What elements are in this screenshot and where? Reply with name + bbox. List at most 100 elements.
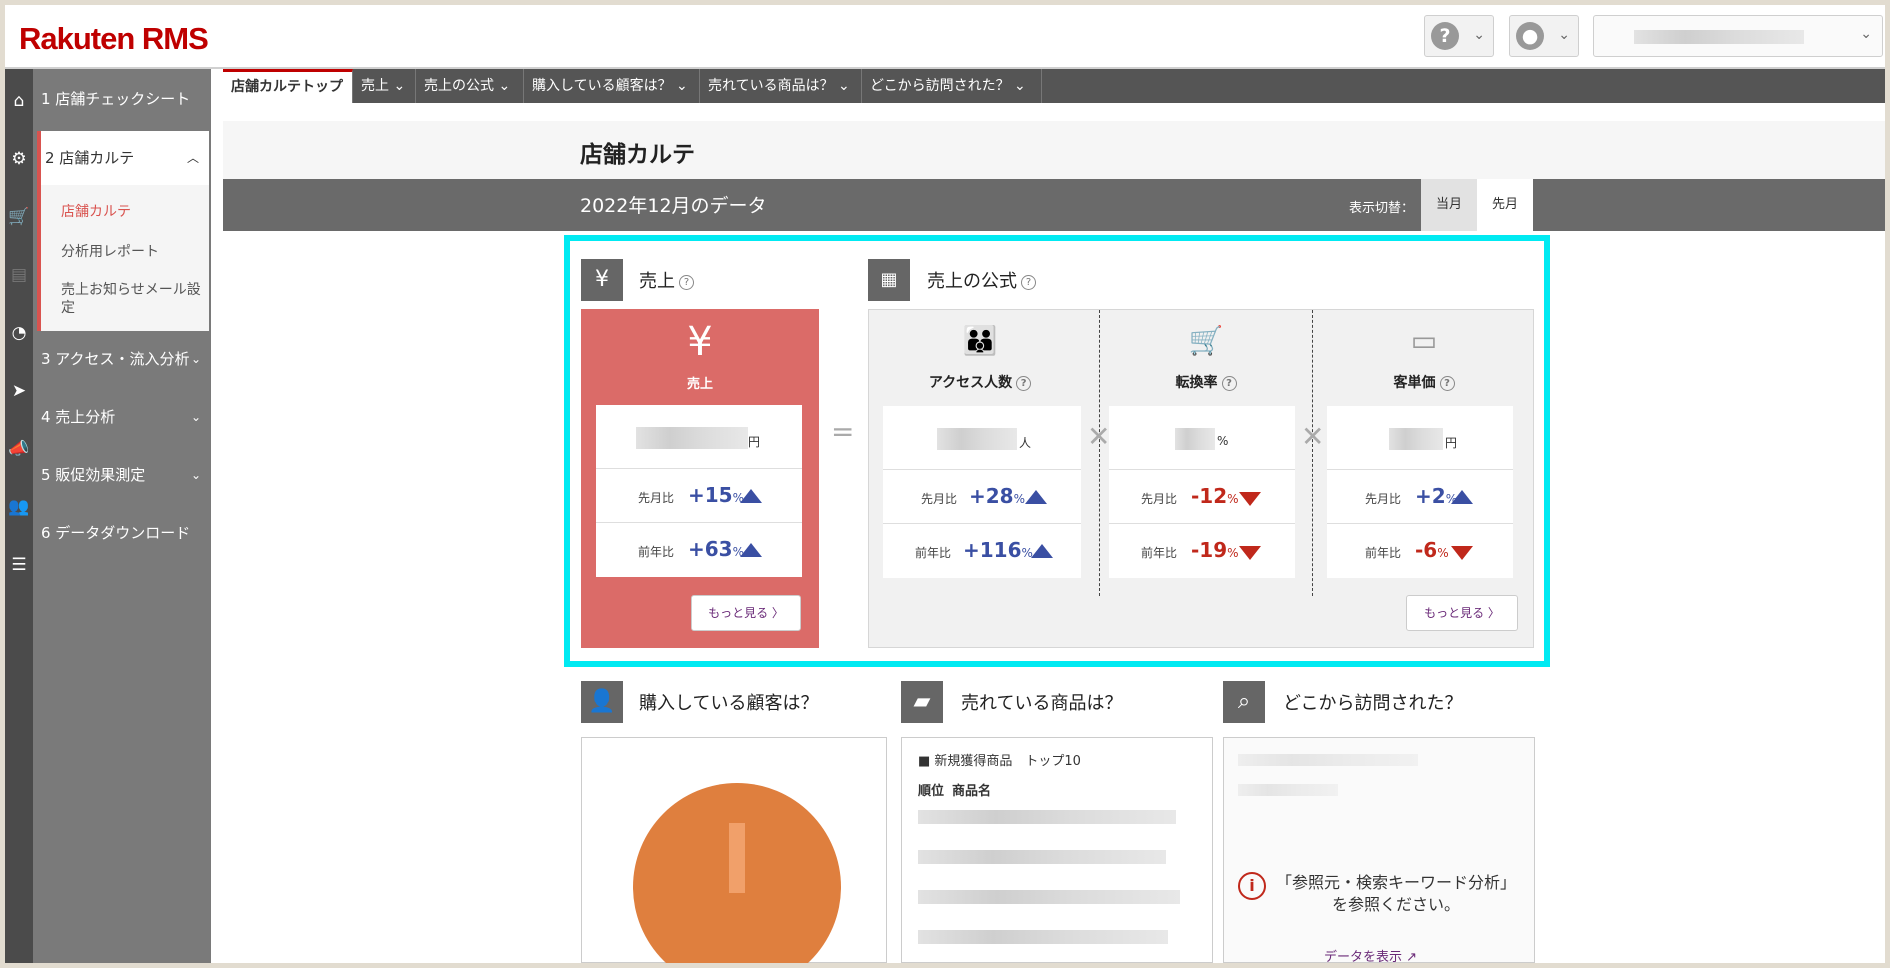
home-icon[interactable]: ⌂ xyxy=(5,87,33,115)
mom-label: 先月比 xyxy=(921,492,958,506)
send-icon[interactable]: ➤ xyxy=(5,377,33,405)
person-icon: 👤 xyxy=(581,681,623,723)
mom-number: +2 xyxy=(1415,484,1446,508)
sidebar: 1 店舗チェックシート 2 店舗カルテ ︿ 店舗カルテ 分析用レポート 売上お知… xyxy=(33,69,211,963)
yoy-number: +63 xyxy=(688,537,733,561)
metric-yoy-row: 前年比 -6% xyxy=(1327,524,1513,578)
sidebar-item-promotion[interactable]: 5 販促効果測定 ⌄ xyxy=(33,465,211,485)
metric-value-row: % xyxy=(1109,406,1295,470)
up-arrow-icon xyxy=(1451,490,1473,504)
percent-sign: % xyxy=(1437,546,1449,560)
mom-number: +15 xyxy=(688,483,733,507)
visits-link-text: データを表示 xyxy=(1324,950,1403,963)
metric-label: アクセス人数? xyxy=(869,372,1091,392)
help-icon[interactable]: ? xyxy=(1016,375,1032,391)
mom-number: +28 xyxy=(969,484,1014,508)
gear-icon[interactable]: ⚙ xyxy=(5,145,33,173)
sidebar-subitem-mail-settings[interactable]: 売上お知らせメール設定 xyxy=(61,281,206,317)
sidebar-item-karte[interactable]: 2 店舗カルテ ︿ xyxy=(41,131,209,185)
tab-referrers[interactable]: どこから訪問された？ ⌄ xyxy=(862,69,1042,103)
yoy-number: +116 xyxy=(963,538,1022,562)
redacted-product-row xyxy=(918,850,1166,864)
redacted-product-row xyxy=(918,810,1176,824)
metric-value-row: 人 xyxy=(883,406,1081,470)
tab-sales[interactable]: 売上 ⌄ xyxy=(353,69,416,103)
metric-label-text: アクセス人数 xyxy=(928,375,1013,391)
visits-heading: どこから訪問された？ xyxy=(1283,693,1463,714)
visits-link[interactable]: データを表示 ↗ xyxy=(1324,946,1417,963)
up-arrow-icon xyxy=(740,543,762,557)
yoy-label: 前年比 xyxy=(915,546,952,560)
tab-bar: 店舗カルテトップ 売上 ⌄ 売上の公式 ⌄ 購入している顧客は？ ⌄ 売れている… xyxy=(223,69,1885,103)
metric-yoy-row: 前年比 -19% xyxy=(1109,524,1295,578)
metric-yoy-row: 前年比 +116% xyxy=(883,524,1081,578)
down-arrow-icon xyxy=(1239,492,1261,506)
metric-label: 転換率? xyxy=(1095,372,1317,392)
redacted-header xyxy=(1238,784,1338,796)
unit-label: 円 xyxy=(1445,436,1458,450)
percent-sign: % xyxy=(1227,492,1239,506)
yoy-number: -19 xyxy=(1191,538,1228,562)
calculator-icon: ▦ xyxy=(868,259,910,301)
chevron-down-icon: ⌄ xyxy=(190,468,201,482)
help-icon[interactable]: ? xyxy=(1021,274,1036,290)
tab-label: 購入している顧客は？ xyxy=(532,78,672,94)
formula-heading: 売上の公式? xyxy=(927,267,1036,293)
sidebar-item-sales-analysis[interactable]: 4 売上分析 ⌄ xyxy=(33,407,211,427)
help-icon[interactable]: ? xyxy=(1439,375,1455,391)
document-icon[interactable]: ▤ xyxy=(5,261,33,289)
mom-label: 先月比 xyxy=(1365,492,1402,506)
visits-notice: 「参照元・検索キーワード分析」を参照ください。 xyxy=(1276,873,1517,914)
top-header: Rakuten RMS ? ⌄ ● ⌄ ⌄ xyxy=(5,5,1885,69)
help-menu-button[interactable]: ? ⌄ xyxy=(1424,15,1494,57)
metric-values: 円 先月比 +2% 前年比 -6% xyxy=(1327,406,1513,578)
sidebar-item-label: 2 店舗カルテ xyxy=(45,149,135,167)
formula-more-button[interactable]: もっと見る 〉 xyxy=(1406,595,1518,631)
sales-values: 円 先月比 +15% 前年比 +63% xyxy=(596,405,802,577)
chevron-down-icon: ⌄ xyxy=(190,352,201,366)
visits-card: i 「参照元・検索キーワード分析」を参照ください。 データを表示 ↗ xyxy=(1223,737,1535,963)
tab-sales-formula[interactable]: 売上の公式 ⌄ xyxy=(416,69,524,103)
redacted-product-row xyxy=(918,930,1168,944)
tab-customers[interactable]: 購入している顧客は？ ⌄ xyxy=(524,69,700,103)
help-icon[interactable]: ? xyxy=(1221,375,1237,391)
cart-icon[interactable]: 🛒 xyxy=(5,203,33,231)
cart-icon: 🛒 xyxy=(1188,324,1224,357)
sidebar-item-access[interactable]: 3 アクセス・流入分析 ⌄ xyxy=(33,349,211,369)
user-menu-button[interactable]: ● ⌄ xyxy=(1509,15,1579,57)
account-selector[interactable]: ⌄ xyxy=(1593,15,1883,57)
pie-chart-icon[interactable]: ◔ xyxy=(5,319,33,347)
help-icon[interactable]: ? xyxy=(679,274,694,290)
tab-label: 売上の公式 xyxy=(424,78,494,94)
chevron-down-icon: ⌄ xyxy=(1473,27,1485,43)
down-arrow-icon xyxy=(1451,546,1473,560)
sales-card-label: 売上 xyxy=(686,377,713,392)
yen-icon: ¥ xyxy=(687,319,713,365)
percent-sign: % xyxy=(1227,546,1239,560)
formula-col-conversion: 🛒 転換率? % 先月比 -12% 前年比 -19% xyxy=(1095,310,1317,649)
sidebar-subitem-report[interactable]: 分析用レポート xyxy=(61,243,206,261)
users-icon[interactable]: 👥 xyxy=(5,493,33,521)
sidebar-subitem-karte[interactable]: 店舗カルテ xyxy=(61,203,206,221)
sidebar-item-download[interactable]: 6 データダウンロード xyxy=(33,523,211,543)
megaphone-icon[interactable]: 📣 xyxy=(5,435,33,463)
sidebar-item-label: 1 店舗チェックシート xyxy=(41,90,191,108)
list-icon[interactable]: ☰ xyxy=(5,551,33,579)
search-icon: ⌕ xyxy=(1223,681,1265,723)
current-month-button[interactable]: 当月 xyxy=(1421,179,1477,231)
up-arrow-icon xyxy=(1025,490,1047,504)
mom-value: -12% xyxy=(1191,484,1239,508)
mom-label: 先月比 xyxy=(638,491,675,505)
metric-mom-row: 先月比 -12% xyxy=(1109,470,1295,524)
previous-month-button[interactable]: 先月 xyxy=(1477,179,1533,231)
yoy-value: +116% xyxy=(963,538,1033,562)
sales-more-button[interactable]: もっと見る 〉 xyxy=(691,595,801,631)
yoy-value: -19% xyxy=(1191,538,1239,562)
col-rank-header: 順位 xyxy=(918,784,945,799)
sidebar-item-label: 3 アクセス・流入分析 xyxy=(41,350,190,368)
tab-karte-top[interactable]: 店舗カルテトップ xyxy=(223,69,353,103)
tab-products[interactable]: 売れている商品は？ ⌄ xyxy=(700,69,862,103)
metric-values: 人 先月比 +28% 前年比 +116% xyxy=(883,406,1081,578)
rakuten-rms-logo[interactable]: Rakuten RMS xyxy=(19,21,209,57)
sidebar-item-check-sheet[interactable]: 1 店舗チェックシート xyxy=(33,89,211,109)
